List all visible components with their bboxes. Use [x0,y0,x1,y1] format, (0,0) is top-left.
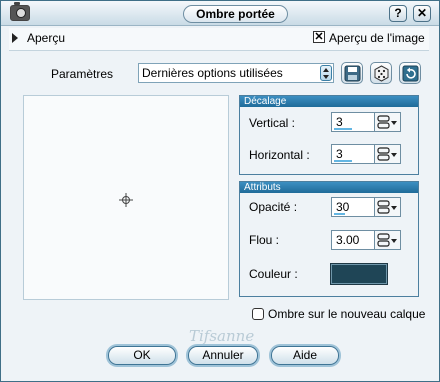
color-label: Couleur : [249,267,298,281]
opacity-input[interactable]: 30 [331,197,375,217]
opacity-label: Opacité : [249,200,298,214]
reset-preset-button[interactable] [399,62,421,84]
horizontal-label: Horizontal : [249,148,310,162]
title-bar[interactable]: Ombre portée ? ✕ [1,1,439,26]
vertical-spinner[interactable] [375,112,401,132]
blur-label: Flou : [249,233,280,247]
spinner-arrows-icon [377,200,397,214]
random-preset-button[interactable] [370,62,392,84]
drop-shadow-dialog: Ombre portée ? ✕ Aperçu ✕ Aperçu de l'im… [0,0,440,382]
blur-value: 3.00 [336,233,360,247]
opacity-level-bar [334,213,345,215]
dialog-title: Ombre portée [183,5,288,23]
shadow-color-swatch[interactable] [330,263,388,285]
preset-combo[interactable]: Dernières options utilisées [138,63,334,83]
shadow-new-layer-checkbox[interactable] [252,308,264,320]
params-label: Paramètres [51,67,114,81]
shadow-new-layer-label: Ombre sur le nouveau calque [268,307,426,321]
spinner-arrows-icon [377,233,397,247]
dice-icon [374,65,389,82]
horizontal-level-bar [334,160,352,162]
offset-header: Décalage [240,96,418,107]
horizontal-spinner[interactable] [375,144,401,164]
horizontal-value: 3 [336,147,343,161]
blur-spinner[interactable] [375,230,401,250]
image-preview-label: Aperçu de l'image [329,31,425,45]
horizontal-input[interactable]: 3 [331,144,375,164]
vertical-input[interactable]: 3 [331,112,375,132]
opacity-value: 30 [336,200,350,214]
blur-input[interactable]: 3.00 [331,230,375,250]
watermark-signature: Tifsanne [189,327,255,345]
preview-label[interactable]: Aperçu [27,31,65,45]
vertical-level-bar [334,128,352,130]
help-title-button[interactable]: ? [389,5,407,22]
help-button[interactable]: Aide [271,346,339,365]
ok-button[interactable]: OK [108,346,176,365]
camera-icon [10,2,30,21]
crosshair-icon [119,193,133,207]
vertical-label: Vertical : [249,116,296,130]
opacity-spinner[interactable] [375,197,401,217]
close-title-button[interactable]: ✕ [413,5,431,22]
preset-spinner[interactable] [320,65,332,81]
preview-canvas[interactable] [23,95,229,300]
expand-triangle-icon[interactable] [12,33,18,43]
image-preview-checkbox[interactable]: ✕ [313,31,325,43]
cancel-button[interactable]: Annuler [188,346,258,365]
spinner-arrows-icon [377,147,397,161]
floppy-disk-icon [344,65,361,82]
save-preset-button[interactable] [341,62,363,84]
attributes-header: Attributs [240,182,418,193]
vertical-value: 3 [336,115,343,129]
spinner-arrows-icon [377,115,397,129]
reset-arrow-icon [402,65,419,82]
